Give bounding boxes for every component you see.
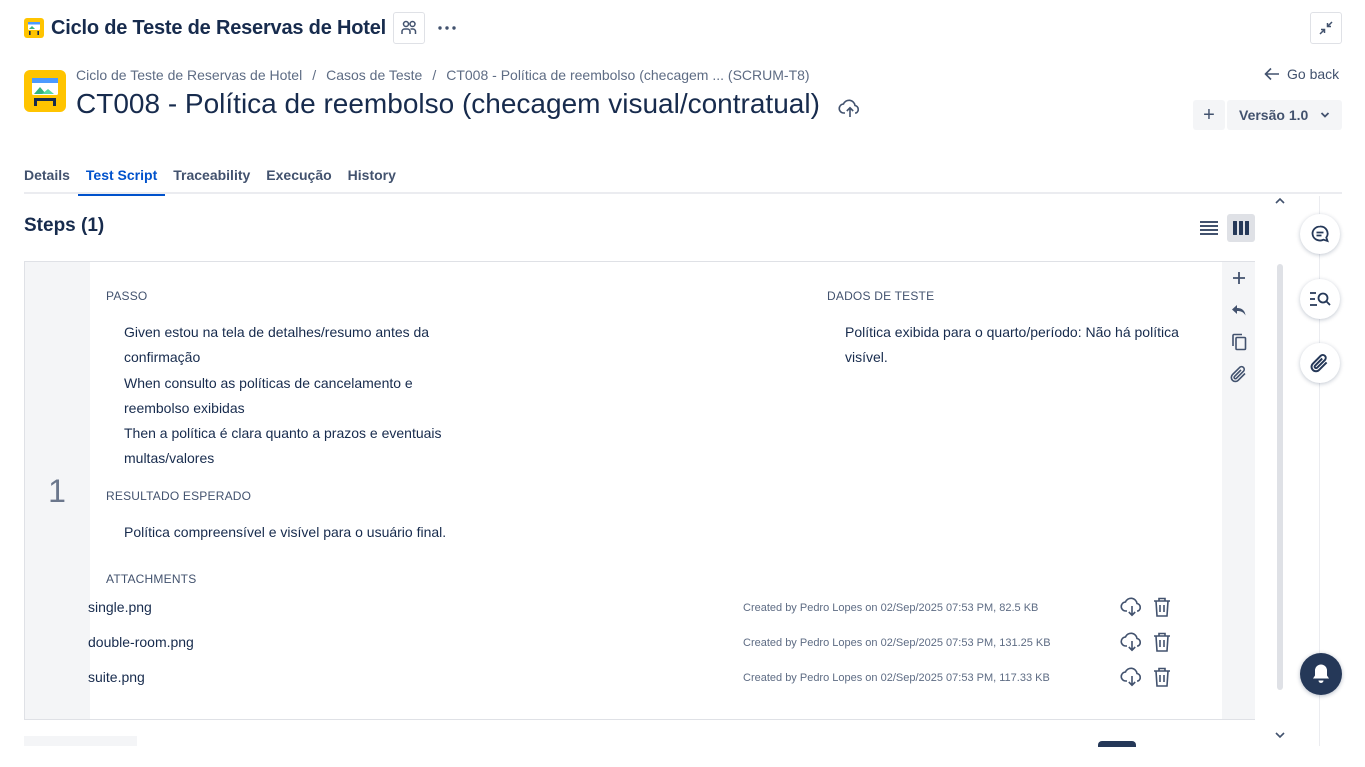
attachments-panel-button[interactable] [1300, 343, 1340, 383]
breadcrumb-item-test-cases[interactable]: Casos de Teste [326, 67, 422, 83]
chevron-down-icon [1321, 112, 1330, 118]
breadcrumb-item-cycle[interactable]: Ciclo de Teste de Reservas de Hotel [76, 67, 302, 83]
attachment-name[interactable]: single.png [88, 599, 152, 615]
notifications-button[interactable] [1300, 653, 1342, 695]
scroll-up-icon[interactable] [1274, 196, 1286, 206]
collapse-button[interactable] [1310, 12, 1342, 44]
trash-icon[interactable] [1152, 596, 1172, 618]
attachment-meta: Created by Pedro Lopes on 02/Sep/2025 07… [743, 602, 1039, 614]
passo-line: Given estou na tela de detalhes/resumo a… [124, 324, 430, 340]
search-details-button[interactable] [1300, 279, 1340, 319]
people-icon [401, 20, 417, 34]
list-view-button[interactable] [1197, 216, 1221, 240]
cloud-upload-icon[interactable] [838, 97, 862, 119]
undo-icon [1232, 305, 1246, 316]
column-view-button[interactable] [1227, 214, 1255, 242]
attachment-row: double-room.png Created by Pedro Lopes o… [88, 628, 1188, 658]
attachment-row: suite.png Created by Pedro Lopes on 02/S… [88, 663, 1188, 693]
comments-button[interactable] [1300, 214, 1340, 254]
copy-button[interactable] [1227, 330, 1251, 354]
dados-label: DADOS DE TESTE [827, 289, 935, 303]
page-title: CT008 - Política de reembolso (checagem … [76, 88, 820, 119]
attachment-name[interactable]: double-room.png [88, 634, 194, 650]
resultado-label: RESULTADO ESPERADO [106, 489, 252, 503]
bottom-panel-stub [24, 736, 137, 746]
attachment-name[interactable]: suite.png [88, 669, 145, 685]
tab-details[interactable]: Details [24, 160, 70, 194]
comment-icon [1311, 225, 1329, 243]
people-button[interactable] [392, 12, 425, 44]
trash-icon[interactable] [1152, 631, 1172, 653]
add-version-button[interactable]: + [1193, 100, 1225, 130]
step-number: 1 [48, 473, 66, 509]
download-icon[interactable] [1120, 630, 1144, 654]
attach-button[interactable] [1227, 362, 1251, 386]
passo-line: When consulto as políticas de cancelamen… [124, 374, 413, 391]
top-bar: Ciclo de Teste de Reservas de Hotel [24, 12, 463, 44]
passo-line: Then a política é clara quanto a prazos … [124, 425, 442, 442]
breadcrumb-separator: / [432, 67, 437, 83]
scroll-down-icon[interactable] [1274, 730, 1286, 740]
dados-line: visível. [845, 349, 888, 366]
copy-icon [1232, 333, 1247, 351]
version-select[interactable]: Versão 1.0 [1227, 100, 1342, 130]
step-toolbar [1223, 262, 1255, 719]
scrollbar-thumb[interactable] [1277, 264, 1283, 690]
dados-text[interactable]: Política exibida para o quarto/período: … [845, 320, 1205, 371]
passo-text[interactable]: Given estou na tela de detalhes/resumo a… [124, 320, 464, 472]
dados-line: Política exibida para o quarto/período: … [845, 324, 1179, 340]
arrow-left-icon [1264, 67, 1279, 81]
column-view-icon [1233, 221, 1249, 235]
add-icon [1233, 272, 1245, 284]
collapse-icon [1319, 21, 1333, 35]
undo-button[interactable] [1227, 298, 1251, 322]
bottom-widget-stub [1098, 741, 1136, 747]
passo-line: reembolso exibidas [124, 399, 245, 416]
passo-line: multas/valores [124, 450, 215, 467]
go-back-label: Go back [1287, 66, 1340, 82]
passo-line: confirmação [124, 349, 201, 366]
more-icon [438, 26, 456, 30]
breadcrumb: Ciclo de Teste de Reservas de Hotel / Ca… [76, 67, 810, 83]
app-icon [24, 18, 44, 38]
trash-icon[interactable] [1152, 666, 1172, 688]
attachment-meta: Created by Pedro Lopes on 02/Sep/2025 07… [743, 672, 1050, 684]
attachment-meta: Created by Pedro Lopes on 02/Sep/2025 07… [743, 637, 1051, 649]
passo-label: PASSO [106, 289, 148, 303]
attachment-row: single.png Created by Pedro Lopes on 02/… [88, 593, 1188, 623]
project-title: Ciclo de Teste de Reservas de Hotel [51, 16, 386, 39]
go-back-link[interactable]: Go back [1264, 66, 1339, 82]
breadcrumb-separator: / [312, 67, 317, 83]
paperclip-icon [1310, 354, 1328, 373]
search-list-icon [1310, 292, 1331, 306]
list-view-icon [1200, 221, 1218, 235]
download-icon[interactable] [1120, 595, 1144, 619]
steps-title: Steps (1) [24, 215, 105, 236]
resultado-text[interactable]: Política compreensível e visível para o … [124, 520, 624, 545]
test-case-icon [24, 70, 66, 112]
more-button[interactable] [431, 12, 463, 44]
tab-test-script[interactable]: Test Script [77, 160, 166, 196]
bell-icon [1313, 664, 1329, 683]
version-label: Versão 1.0 [1239, 107, 1309, 123]
tab-bar: Details Test Script Traceability Execuçã… [24, 160, 1342, 196]
tab-execucao[interactable]: Execução [266, 160, 331, 194]
download-icon[interactable] [1120, 665, 1144, 689]
paperclip-icon [1230, 365, 1246, 383]
attachments-label: ATTACHMENTS [106, 572, 197, 586]
tab-traceability[interactable]: Traceability [173, 160, 250, 194]
tab-history[interactable]: History [348, 160, 396, 194]
breadcrumb-item-current[interactable]: CT008 - Política de reembolso (checagem … [446, 67, 809, 83]
add-step-button[interactable] [1227, 266, 1251, 290]
